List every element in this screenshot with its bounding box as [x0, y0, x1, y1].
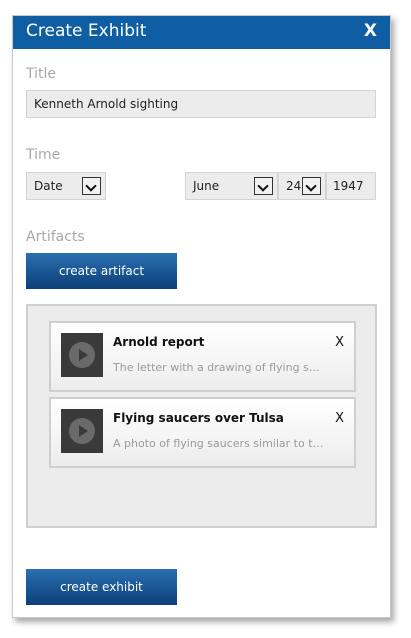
dialog-title: Create Exhibit	[26, 21, 147, 41]
title-label: Title	[26, 66, 57, 82]
time-type-select[interactable]: Date	[26, 172, 106, 200]
remove-artifact-button[interactable]: X	[335, 411, 344, 426]
time-type-value: Date	[34, 179, 63, 193]
create-exhibit-button[interactable]: create exhibit	[26, 569, 177, 605]
artifact-title: Flying saucers over Tulsa	[113, 411, 284, 425]
remove-artifact-button[interactable]: X	[335, 335, 344, 350]
artifact-list: Arnold report The letter with a drawing …	[26, 304, 377, 528]
time-label: Time	[26, 147, 61, 163]
artifact-title: Arnold report	[113, 335, 205, 349]
video-thumbnail	[61, 409, 103, 453]
play-icon	[69, 342, 95, 368]
chevron-down-icon[interactable]	[82, 177, 101, 195]
artifacts-label: Artifacts	[26, 229, 85, 245]
month-value: June	[193, 179, 220, 193]
video-thumbnail	[61, 333, 103, 377]
day-value: 24	[286, 179, 302, 193]
close-button[interactable]: X	[364, 21, 377, 41]
create-exhibit-dialog: Create Exhibit X Title Kenneth Arnold si…	[12, 15, 391, 618]
artifact-card[interactable]: Flying saucers over Tulsa A photo of fly…	[49, 397, 356, 468]
play-icon	[69, 418, 95, 444]
chevron-down-icon[interactable]	[302, 177, 321, 195]
dialog-titlebar: Create Exhibit X	[13, 16, 390, 49]
artifact-card[interactable]: Arnold report The letter with a drawing …	[49, 321, 356, 392]
artifact-description: The letter with a drawing of flying sauc…	[113, 361, 325, 374]
year-input[interactable]: 1947	[326, 172, 376, 200]
chevron-down-icon[interactable]	[254, 177, 273, 195]
month-select[interactable]: June	[185, 172, 278, 200]
day-select[interactable]: 24	[278, 172, 326, 200]
create-artifact-button[interactable]: create artifact	[26, 253, 177, 289]
artifact-description: A photo of flying saucers similar to tho…	[113, 437, 325, 450]
title-input[interactable]: Kenneth Arnold sighting	[26, 90, 376, 118]
